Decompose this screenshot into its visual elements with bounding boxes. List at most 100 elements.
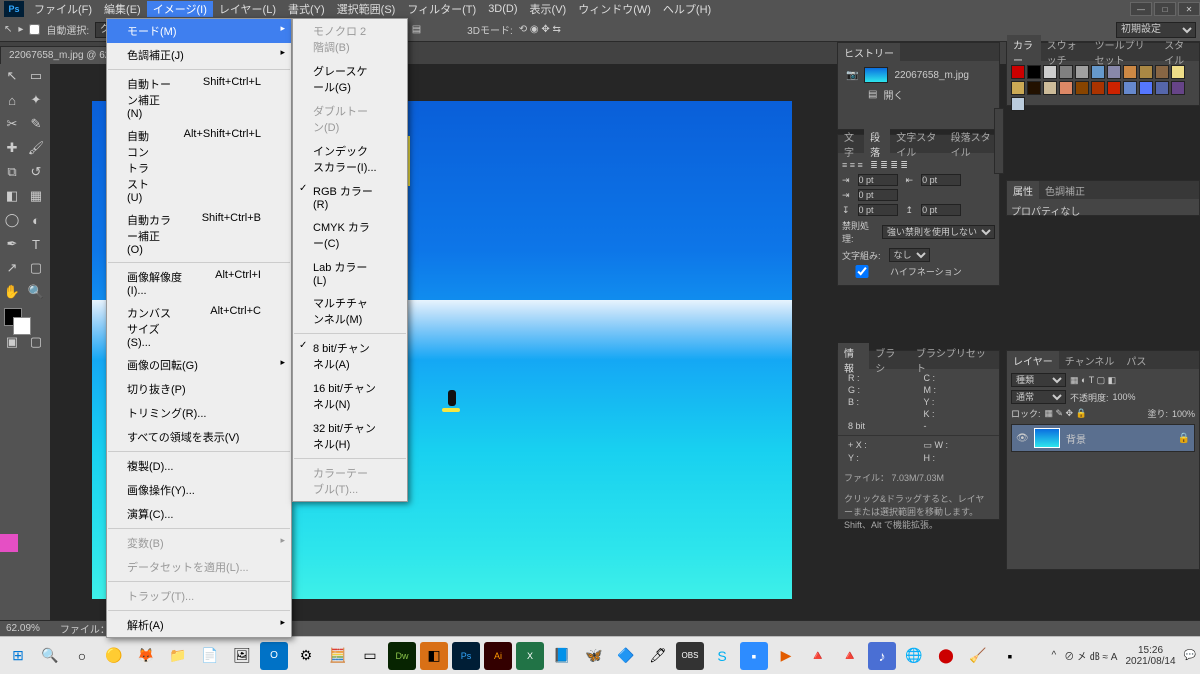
chrome-icon[interactable]: 🟡: [100, 642, 128, 670]
paragraph-tab[interactable]: 段落: [864, 127, 890, 161]
menu-filter[interactable]: フィルター(T): [401, 1, 482, 17]
swatch-grid[interactable]: [1007, 61, 1199, 115]
adjustments-tab[interactable]: 色調補正: [1039, 181, 1091, 200]
swatch[interactable]: [1107, 81, 1121, 95]
menu-item[interactable]: 切り抜き(P): [107, 377, 291, 401]
layer-filter-icons[interactable]: ▦ ◐ T ▢ ◧: [1070, 375, 1116, 386]
explorer-icon[interactable]: 📁: [164, 642, 192, 670]
maximize-button[interactable]: □: [1154, 2, 1176, 16]
menu-image[interactable]: イメージ(I): [147, 1, 213, 17]
skype-icon[interactable]: S: [708, 642, 736, 670]
menu-file[interactable]: ファイル(F): [28, 1, 98, 17]
record-icon[interactable]: ⬤: [932, 642, 960, 670]
swatch[interactable]: [1059, 65, 1073, 79]
menu-item[interactable]: 自動トーン補正(N)Shift+Ctrl+L: [107, 72, 291, 124]
layers-tab[interactable]: レイヤー: [1007, 351, 1059, 370]
cortana-button[interactable]: ○: [68, 642, 96, 670]
swatch[interactable]: [1091, 65, 1105, 79]
indent-left[interactable]: [858, 174, 898, 186]
swatch[interactable]: [1139, 65, 1153, 79]
app-icon-1[interactable]: ◧: [420, 642, 448, 670]
menu-item[interactable]: トラップ(T)...: [107, 584, 291, 608]
photos-icon[interactable]: 🖼: [228, 642, 256, 670]
excel-icon[interactable]: X: [516, 642, 544, 670]
app-icon-5[interactable]: 🌐: [900, 642, 928, 670]
close-button[interactable]: ✕: [1178, 2, 1200, 16]
fill-value[interactable]: 100%: [1172, 409, 1195, 419]
kinsoku-select[interactable]: 強い禁則を使用しない: [882, 225, 995, 239]
charstyle-tab[interactable]: 文字スタイル: [890, 127, 944, 161]
menu-item[interactable]: データセットを適用(L)...: [107, 555, 291, 579]
collapsed-dock[interactable]: [994, 108, 1004, 174]
channels-tab[interactable]: チャンネル: [1059, 351, 1121, 370]
menu-item[interactable]: モノクロ 2 階調(B): [293, 19, 407, 59]
swatch[interactable]: [1107, 65, 1121, 79]
swatch[interactable]: [1171, 65, 1185, 79]
taskview-icon[interactable]: ▭: [356, 642, 384, 670]
brush-tab[interactable]: ブラシ: [869, 343, 910, 377]
media-icon[interactable]: ▶: [772, 642, 800, 670]
mojikumi-select[interactable]: なし: [889, 248, 930, 262]
heal-tool[interactable]: ✚: [1, 137, 23, 159]
gradient-tool[interactable]: ▦: [25, 185, 47, 207]
swatch[interactable]: [1075, 81, 1089, 95]
illustrator-icon[interactable]: Ai: [484, 642, 512, 670]
space-after[interactable]: [921, 204, 961, 216]
lock-icons[interactable]: ▦ ✎ ✥ 🔒: [1045, 408, 1087, 419]
menu-item[interactable]: 画像解像度(I)...Alt+Ctrl+I: [107, 265, 291, 301]
eraser-tool[interactable]: ◧: [1, 185, 23, 207]
menu-item[interactable]: トリミング(R)...: [107, 401, 291, 425]
shape-tool[interactable]: ▢: [25, 257, 47, 279]
photoshop-icon[interactable]: Ps: [452, 642, 480, 670]
menu-item[interactable]: 複製(D)...: [107, 454, 291, 478]
styles-tab[interactable]: スタイル: [1158, 35, 1199, 69]
zoom-tool[interactable]: 🔍: [25, 281, 47, 303]
layer-filter-kind[interactable]: 種類: [1011, 373, 1066, 387]
eyedropper-tool[interactable]: ✎: [25, 113, 47, 135]
menu-item[interactable]: 32 bit/チャンネル(H): [293, 416, 407, 456]
info-tab[interactable]: 情報: [838, 343, 869, 377]
paint-icon[interactable]: 🖊: [644, 642, 672, 670]
char-tab[interactable]: 文字: [838, 127, 864, 161]
menu-3d[interactable]: 3D(D): [482, 3, 523, 15]
swatch[interactable]: [1091, 81, 1105, 95]
clock[interactable]: 15:262021/08/14: [1125, 645, 1175, 667]
brushpreset-tab[interactable]: ブラシプリセット: [910, 343, 999, 377]
history-tab[interactable]: ヒストリー: [838, 43, 900, 62]
blend-mode[interactable]: 通常: [1011, 390, 1066, 404]
app-icon-6[interactable]: 🧹: [964, 642, 992, 670]
menu-item[interactable]: すべての領域を表示(V): [107, 425, 291, 449]
3dmode-icons[interactable]: ⟲ ◉ ✥ ⇆: [519, 24, 561, 35]
swatch[interactable]: [1059, 81, 1073, 95]
space-before[interactable]: [858, 204, 898, 216]
stamp-tool[interactable]: ⧉: [1, 161, 23, 183]
settings-icon[interactable]: ⚙: [292, 642, 320, 670]
menu-edit[interactable]: 編集(E): [98, 1, 147, 17]
zoom-icon[interactable]: ▪: [740, 642, 768, 670]
menu-window[interactable]: ウィンドウ(W): [572, 1, 657, 17]
zoom-level[interactable]: 62.09%: [6, 623, 40, 634]
notifications-icon[interactable]: 💬: [1184, 650, 1196, 661]
swatch[interactable]: [1027, 65, 1041, 79]
align-buttons[interactable]: ≡ ≡ ≡ ≣ ≣ ≣ ≣: [842, 160, 995, 171]
menu-item[interactable]: 16 bit/チャンネル(N): [293, 376, 407, 416]
swatch[interactable]: [1155, 81, 1169, 95]
app-icon-3[interactable]: 🔷: [612, 642, 640, 670]
app-icon-4[interactable]: 🔺: [836, 642, 864, 670]
dreamweaver-icon[interactable]: Dw: [388, 642, 416, 670]
swatch[interactable]: [1123, 81, 1137, 95]
menu-item[interactable]: 画像操作(Y)...: [107, 478, 291, 502]
wand-tool[interactable]: ✦: [25, 89, 47, 111]
menu-item[interactable]: グレースケール(G): [293, 59, 407, 99]
swatch[interactable]: [1011, 97, 1025, 111]
menu-item[interactable]: 変数(B): [107, 531, 291, 555]
dodge-tool[interactable]: ◐: [25, 209, 47, 231]
swatch[interactable]: [1139, 81, 1153, 95]
type-tool[interactable]: T: [25, 233, 47, 255]
properties-tab[interactable]: 属性: [1007, 181, 1039, 200]
menu-item[interactable]: 自動コントラスト(U)Alt+Shift+Ctrl+L: [107, 124, 291, 208]
fgbg-swatch[interactable]: [4, 308, 22, 326]
swatch[interactable]: [1043, 81, 1057, 95]
menu-help[interactable]: ヘルプ(H): [657, 1, 717, 17]
toolpreset-tab[interactable]: ツールプリセット: [1089, 35, 1159, 69]
